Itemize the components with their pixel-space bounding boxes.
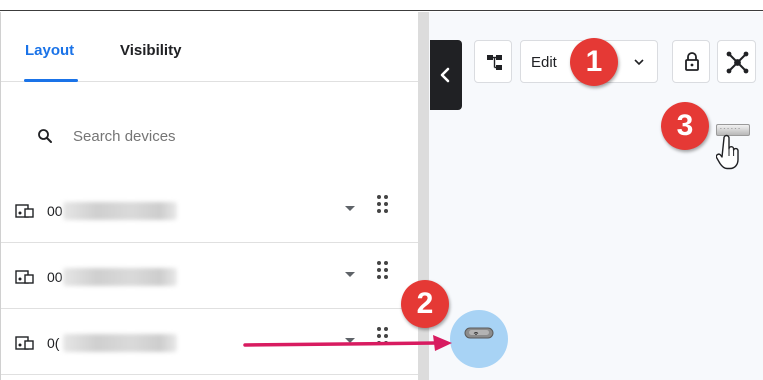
redacted-device-name [63, 202, 177, 220]
device-list-item[interactable]: 00 [1, 243, 419, 309]
network-node-icon [726, 51, 749, 74]
device-list-item[interactable]: 00 [1, 177, 419, 243]
drag-direction-arrow [243, 335, 452, 351]
window-top-border [0, 0, 763, 11]
tab-layout[interactable]: Layout [25, 42, 74, 59]
chevron-down-icon[interactable] [345, 206, 355, 211]
search-input[interactable] [73, 124, 373, 148]
device-icon [15, 204, 34, 218]
device-name: 0( [47, 335, 60, 351]
step-badge-2: 2 [401, 280, 449, 328]
edit-mode-label: Edit [531, 54, 557, 71]
drag-handle-icon[interactable] [377, 261, 389, 281]
collapse-panel-button[interactable] [430, 40, 462, 110]
lock-icon [685, 52, 699, 71]
tree-icon [487, 55, 502, 70]
step-badge-1: 1 [570, 38, 618, 86]
search-icon [38, 129, 52, 143]
step-badge-3: 3 [661, 102, 709, 150]
device-list-panel: Layout Visibility 00 00 [0, 12, 419, 380]
device-name: 00 [47, 203, 63, 219]
tab-visibility[interactable]: Visibility [120, 42, 181, 59]
active-tab-indicator [24, 79, 78, 82]
redacted-device-name [63, 268, 177, 286]
panel-tabs: Layout Visibility [1, 12, 419, 82]
topology-view-button[interactable] [474, 40, 512, 83]
access-point-icon[interactable] [464, 326, 494, 340]
device-search [33, 124, 393, 150]
redacted-device-name [63, 334, 177, 352]
device-icon [15, 336, 34, 350]
drag-handle-icon[interactable] [377, 195, 389, 215]
network-links-button[interactable] [717, 40, 756, 83]
device-name: 00 [47, 269, 63, 285]
chevron-down-icon [634, 59, 644, 66]
device-icon [15, 270, 34, 284]
hand-pointer-icon [716, 134, 739, 170]
chevron-left-icon [440, 67, 450, 83]
chevron-down-icon[interactable] [345, 272, 355, 277]
lock-layout-button[interactable] [672, 40, 710, 83]
